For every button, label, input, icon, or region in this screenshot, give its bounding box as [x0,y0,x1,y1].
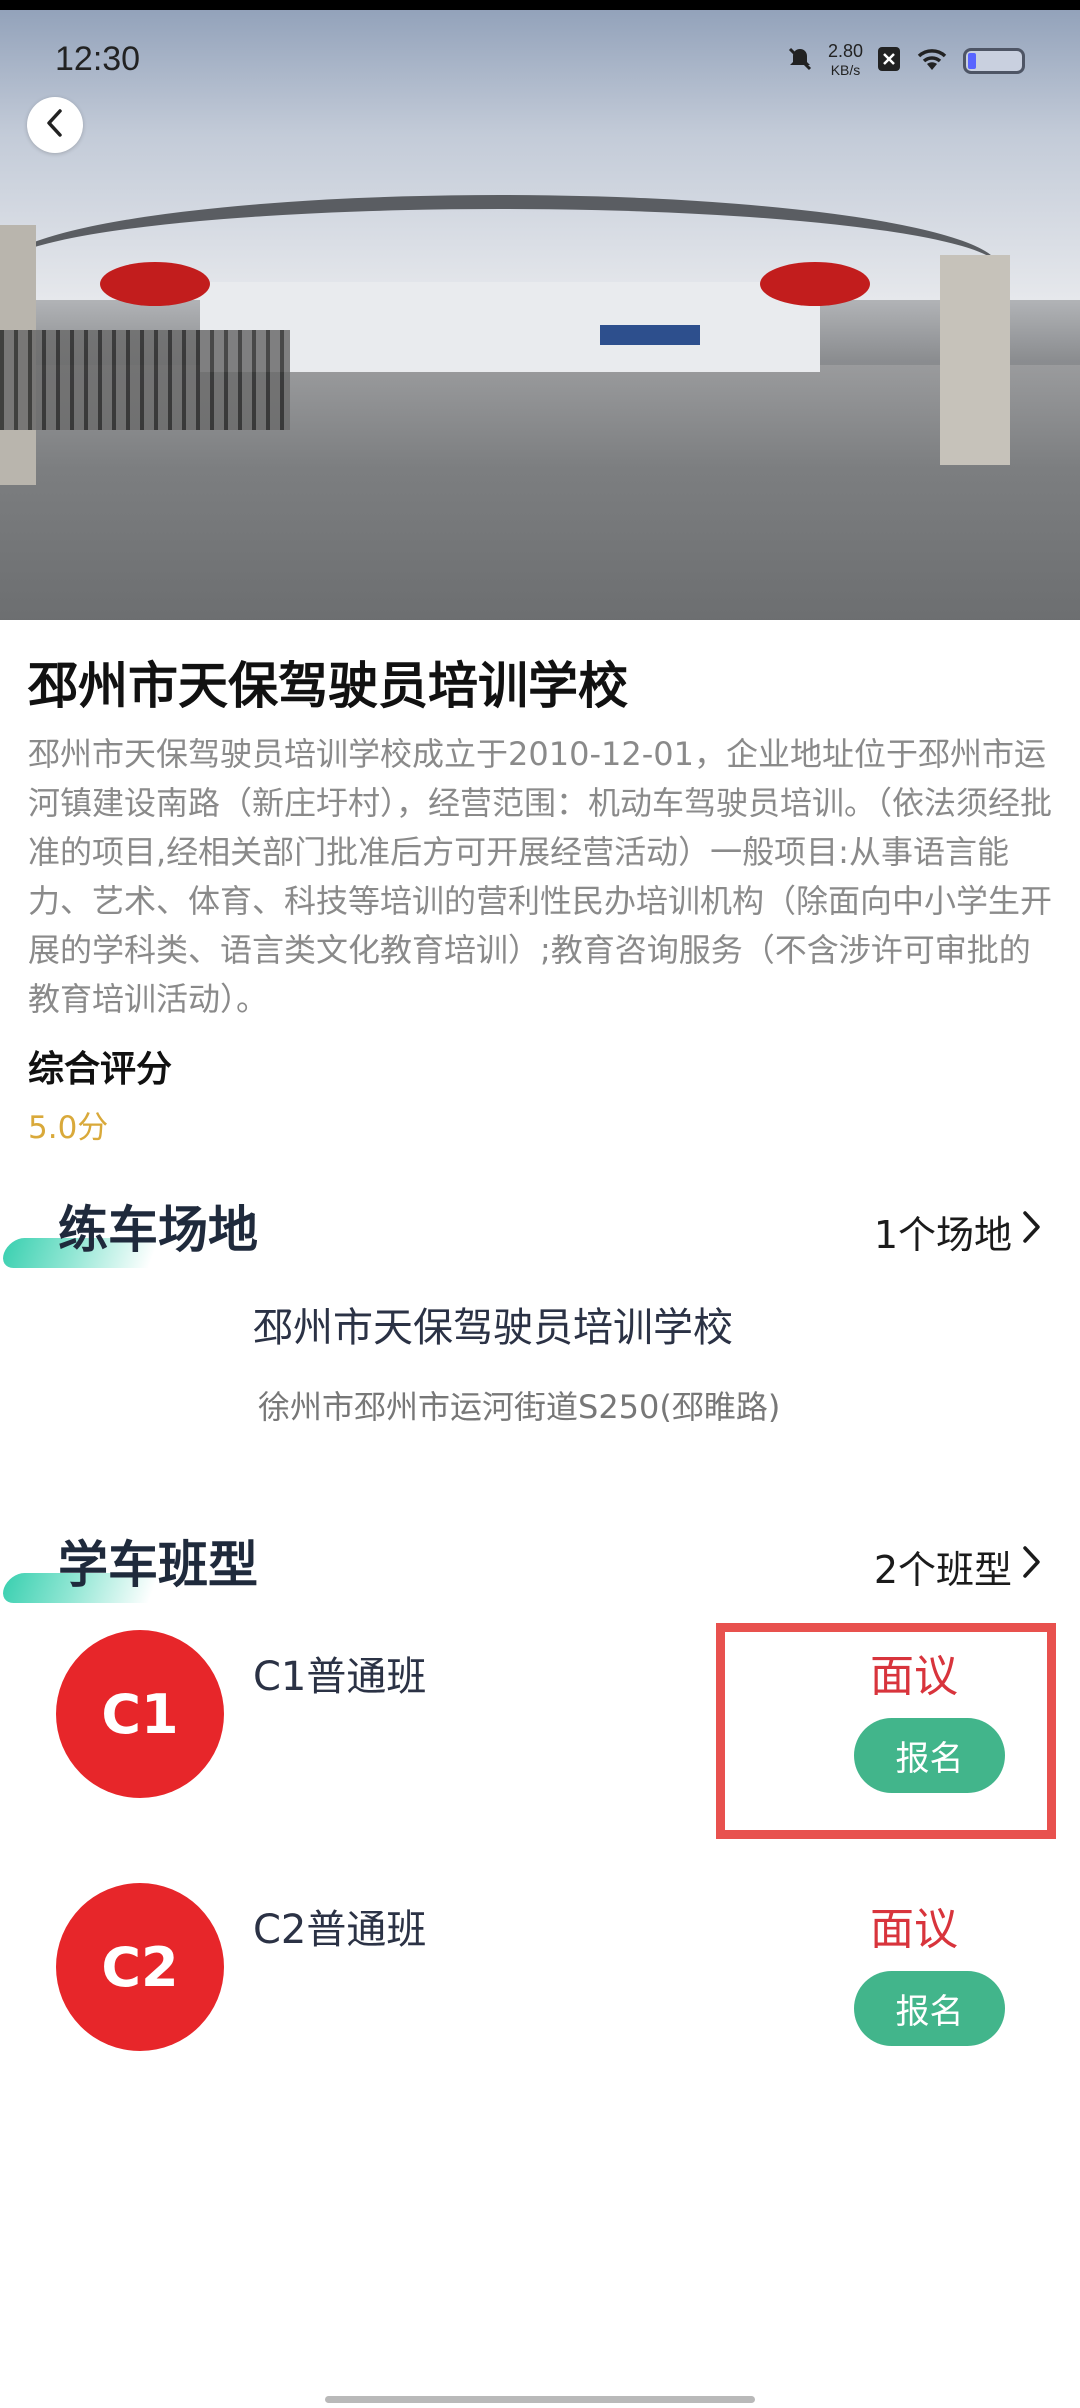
class-item[interactable]: C2 C2普通班 面议 报名 [0,1883,1080,2073]
venue-name[interactable]: 邳州市天保驾驶员培训学校 [253,1295,733,1353]
status-bar: 12:30 2.80 KB/s [0,38,1080,88]
class-section-title: 学车班型 [58,1536,258,1594]
venue-address: 徐州市邳州市运河街道S250(邳睢路) [258,1388,781,1426]
class-name: C1普通班 [253,1654,427,1700]
class-name: C2普通班 [253,1907,427,1953]
class-badge: C1 [56,1630,224,1798]
class-more-link[interactable]: 2个班型 [874,1539,1044,1594]
school-photo [0,0,1080,620]
venue-section-header: 练车场地 1个场地 [0,1190,1080,1270]
home-indicator[interactable] [325,2396,755,2403]
school-name: 邳州市天保驾驶员培训学校 [28,657,628,715]
back-button[interactable] [27,97,83,153]
highlight-box [716,1623,1056,1839]
class-badge: C2 [56,1883,224,2051]
rating-value: 5.0分 [28,1110,109,1146]
mute-icon [786,45,814,77]
class-count: 2个班型 [873,1548,1012,1592]
network-speed: 2.80 KB/s [827,41,863,78]
wifi-icon [915,46,949,76]
venue-section-title: 练车场地 [58,1201,258,1259]
enroll-button[interactable]: 报名 [854,1971,1005,2046]
chevron-right-icon [1018,1207,1044,1256]
rating-label: 综合评分 [28,1049,173,1090]
battery-icon [963,47,1025,74]
venue-more-link[interactable]: 1个场地 [874,1204,1044,1259]
status-time: 12:30 [55,40,141,78]
school-description: 邳州市天保驾驶员培训学校成立于2010-12-01，企业地址位于邳州市运河镇建设… [28,735,1053,1018]
chevron-left-icon [42,108,68,142]
class-section-header: 学车班型 2个班型 [0,1525,1080,1605]
chevron-right-icon [1018,1542,1044,1591]
class-price: 面议 [870,1904,958,1955]
sim-x-icon [877,46,901,76]
venue-count: 1个场地 [873,1213,1012,1257]
